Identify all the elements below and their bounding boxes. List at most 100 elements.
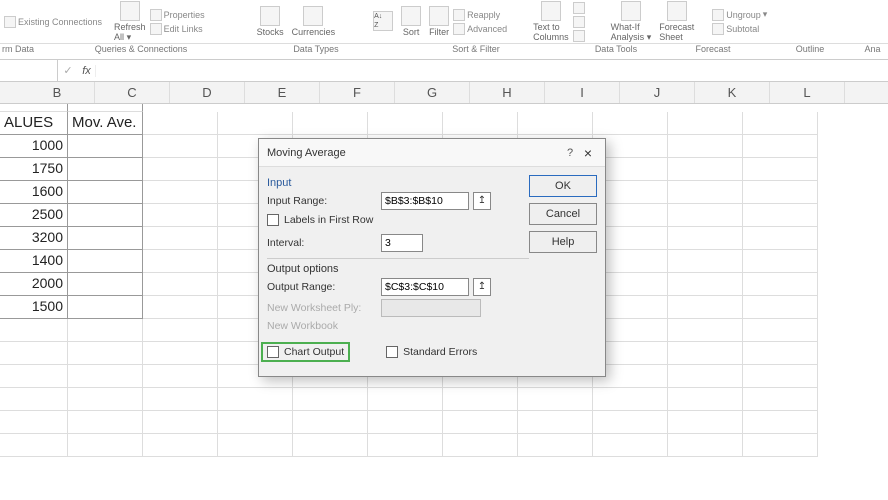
empty-cell[interactable] xyxy=(0,365,68,388)
empty-cell[interactable] xyxy=(143,365,218,388)
empty-cell[interactable] xyxy=(143,342,218,365)
movave-cell[interactable] xyxy=(68,250,143,273)
empty-cell[interactable] xyxy=(668,135,743,158)
empty-cell[interactable] xyxy=(143,434,218,457)
column-header[interactable]: D xyxy=(170,82,245,103)
column-header[interactable]: E xyxy=(245,82,320,103)
column-header[interactable]: K xyxy=(695,82,770,103)
ungroup-button[interactable]: Ungroup ▾ xyxy=(712,9,767,21)
labels-first-row-checkbox[interactable] xyxy=(267,214,279,226)
value-cell[interactable]: 2000 xyxy=(0,273,68,296)
empty-cell[interactable] xyxy=(143,181,218,204)
empty-cell[interactable] xyxy=(743,250,818,273)
output-range-picker[interactable]: ↥ xyxy=(473,278,491,296)
standard-errors-checkbox[interactable] xyxy=(386,346,398,358)
empty-cell[interactable] xyxy=(143,250,218,273)
empty-cell[interactable] xyxy=(743,135,818,158)
column-header[interactable]: F xyxy=(320,82,395,103)
currencies-button[interactable]: Currencies xyxy=(292,6,336,37)
interval-field[interactable] xyxy=(381,234,423,252)
empty-cell[interactable] xyxy=(0,342,68,365)
dialog-close-button[interactable]: × xyxy=(579,145,597,161)
column-header[interactable]: I xyxy=(545,82,620,103)
empty-cell[interactable] xyxy=(143,227,218,250)
value-cell[interactable]: 3200 xyxy=(0,227,68,250)
fx-button[interactable]: fx xyxy=(78,65,96,77)
empty-cell[interactable] xyxy=(143,319,218,342)
empty-cell[interactable] xyxy=(668,181,743,204)
properties-button[interactable]: Properties xyxy=(150,9,205,21)
refresh-all-button[interactable]: RefreshAll ▾ xyxy=(114,1,146,43)
empty-cell[interactable] xyxy=(293,388,368,411)
filter-button[interactable]: Filter xyxy=(429,6,449,37)
empty-cell[interactable] xyxy=(68,388,143,411)
output-range-field[interactable] xyxy=(381,278,469,296)
column-header[interactable]: G xyxy=(395,82,470,103)
empty-cell[interactable] xyxy=(743,388,818,411)
cancel-button[interactable]: Cancel xyxy=(529,203,597,225)
empty-cell[interactable] xyxy=(68,411,143,434)
subtotal-button[interactable]: Subtotal xyxy=(712,23,767,35)
value-cell[interactable]: 1400 xyxy=(0,250,68,273)
edit-links-button[interactable]: Edit Links xyxy=(150,23,205,35)
empty-cell[interactable] xyxy=(143,411,218,434)
empty-cell[interactable] xyxy=(518,388,593,411)
ok-button[interactable]: OK xyxy=(529,175,597,197)
empty-cell[interactable] xyxy=(743,296,818,319)
empty-cell[interactable] xyxy=(0,319,68,342)
empty-cell[interactable] xyxy=(0,388,68,411)
empty-cell[interactable] xyxy=(293,411,368,434)
empty-cell[interactable] xyxy=(143,273,218,296)
standard-errors-option[interactable]: Standard Errors xyxy=(386,346,477,358)
empty-cell[interactable] xyxy=(443,411,518,434)
data-tools-small-1[interactable] xyxy=(573,2,585,14)
empty-cell[interactable] xyxy=(368,434,443,457)
empty-cell[interactable] xyxy=(218,434,293,457)
dialog-help-icon[interactable]: ? xyxy=(561,147,579,159)
value-cell[interactable]: 2500 xyxy=(0,204,68,227)
empty-cell[interactable] xyxy=(668,411,743,434)
empty-cell[interactable] xyxy=(143,204,218,227)
input-range-picker[interactable]: ↥ xyxy=(473,192,491,210)
column-header[interactable]: J xyxy=(620,82,695,103)
empty-cell[interactable] xyxy=(743,411,818,434)
formula-input[interactable] xyxy=(96,60,888,81)
empty-cell[interactable] xyxy=(143,388,218,411)
empty-cell[interactable] xyxy=(0,411,68,434)
movave-cell[interactable] xyxy=(68,204,143,227)
value-cell[interactable]: 1600 xyxy=(0,181,68,204)
text-to-columns-button[interactable]: Text toColumns xyxy=(533,1,569,42)
column-header[interactable]: B xyxy=(20,82,95,103)
empty-cell[interactable] xyxy=(593,434,668,457)
movave-cell[interactable] xyxy=(68,296,143,319)
empty-cell[interactable] xyxy=(668,158,743,181)
empty-cell[interactable] xyxy=(68,319,143,342)
empty-cell[interactable] xyxy=(443,434,518,457)
reapply-button[interactable]: Reapply xyxy=(453,9,507,21)
empty-cell[interactable] xyxy=(668,273,743,296)
empty-cell[interactable] xyxy=(68,365,143,388)
name-box[interactable] xyxy=(0,60,58,81)
empty-cell[interactable] xyxy=(518,411,593,434)
empty-cell[interactable] xyxy=(368,411,443,434)
empty-cell[interactable] xyxy=(68,342,143,365)
empty-cell[interactable] xyxy=(668,365,743,388)
empty-cell[interactable] xyxy=(593,388,668,411)
sort-button[interactable]: Sort xyxy=(401,6,421,37)
empty-cell[interactable] xyxy=(443,388,518,411)
existing-connections-button[interactable]: Existing Connections xyxy=(4,16,102,28)
empty-cell[interactable] xyxy=(743,158,818,181)
empty-cell[interactable] xyxy=(668,434,743,457)
empty-cell[interactable] xyxy=(143,158,218,181)
empty-cell[interactable] xyxy=(743,204,818,227)
movave-cell[interactable] xyxy=(68,227,143,250)
forecast-sheet-button[interactable]: ForecastSheet xyxy=(659,1,694,42)
empty-cell[interactable] xyxy=(668,204,743,227)
empty-cell[interactable] xyxy=(668,227,743,250)
sort-az-button[interactable]: A↓Z xyxy=(373,11,393,32)
input-range-field[interactable] xyxy=(381,192,469,210)
empty-cell[interactable] xyxy=(0,434,68,457)
column-header[interactable]: C xyxy=(95,82,170,103)
column-headers[interactable]: BCDEFGHIJKL xyxy=(0,82,888,104)
empty-cell[interactable] xyxy=(743,342,818,365)
